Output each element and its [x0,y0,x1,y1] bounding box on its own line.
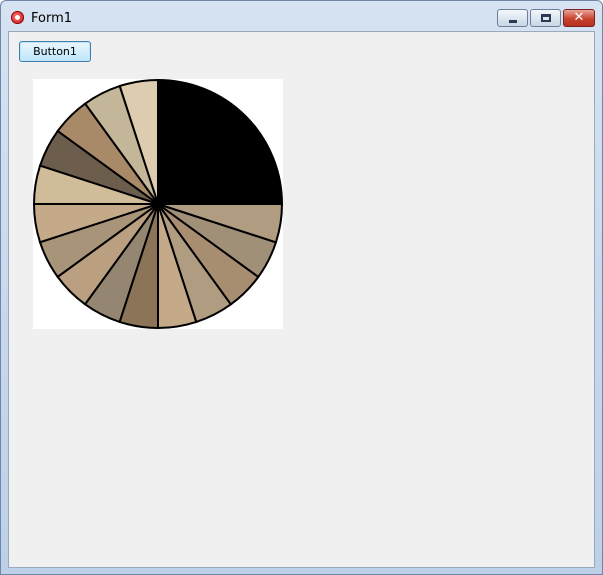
maximize-button[interactable] [530,9,561,27]
minimize-icon [509,20,517,23]
pie-chart [32,78,284,330]
minimize-button[interactable] [497,9,528,27]
title-bar[interactable]: Form1 ✕ [1,1,602,31]
button1[interactable]: Button1 [19,41,91,62]
pie-slice-0 [157,78,284,205]
form-client-area: Button1 [8,31,595,568]
close-icon: ✕ [573,10,585,25]
close-button[interactable]: ✕ [563,9,595,27]
pie-chart-canvas [32,78,284,330]
window-title: Form1 [31,11,73,26]
app-icon[interactable] [11,11,24,24]
main-window: Form1 ✕ Button1 [0,0,603,575]
maximize-icon [541,14,551,22]
